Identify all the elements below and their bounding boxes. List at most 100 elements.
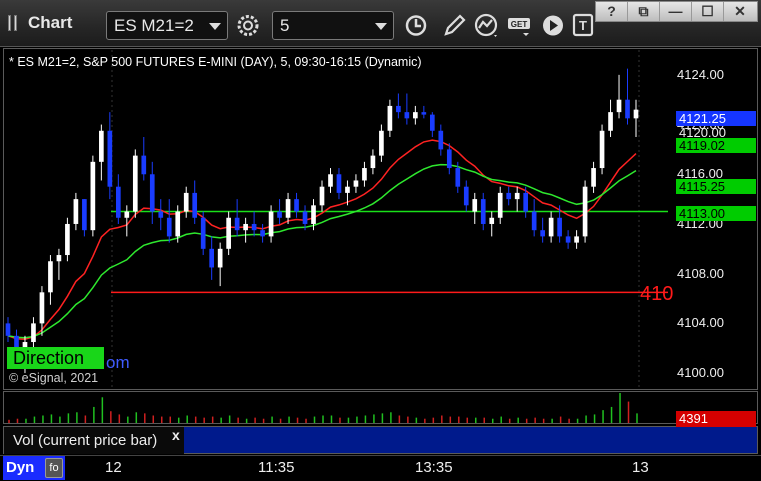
volume-pane[interactable] (3, 391, 758, 424)
symbol-combo[interactable]: ES M21=2 (106, 11, 228, 40)
pencil-icon[interactable] (439, 11, 469, 40)
volume-title: Vol (current price bar) (4, 427, 184, 454)
candle-body (328, 174, 333, 187)
candle-body (472, 199, 478, 212)
candle-body (506, 192, 512, 200)
interval-combo[interactable]: 5 (272, 11, 394, 40)
chart-header: * ES M21=2, S&P 500 FUTURES E-MINI (DAY)… (9, 55, 422, 69)
candle-body (5, 323, 11, 336)
format-icon[interactable]: fo (45, 458, 63, 478)
candle-body (268, 211, 274, 237)
y-tick-label: 4100.00 (677, 365, 724, 381)
candle-body (311, 205, 316, 224)
chevron-down-icon[interactable] (209, 23, 221, 30)
candle-body (480, 199, 486, 224)
candle-body (404, 112, 410, 119)
candle-body (625, 99, 630, 119)
y-tick-label: 4124.00 (677, 66, 724, 82)
candle-body (99, 130, 104, 162)
candle-body (557, 217, 562, 237)
help-button[interactable]: ? (596, 2, 628, 21)
candle-body (65, 223, 70, 256)
x-tick-label: 13 (632, 459, 649, 476)
candle-body (421, 112, 427, 115)
candle-body (234, 217, 240, 231)
candle-body (574, 236, 579, 243)
candle-body (56, 255, 62, 262)
candle-body (336, 174, 342, 193)
candle-body (463, 186, 469, 206)
candle-body (277, 211, 282, 218)
candle-body (115, 186, 121, 218)
candle-body (319, 186, 325, 206)
candle-body (141, 155, 147, 175)
candle-body (548, 217, 554, 237)
candle-body (429, 114, 435, 131)
x-tick-label: 12 (105, 459, 122, 476)
candle-body (370, 155, 376, 169)
get-icon[interactable]: GET (505, 11, 535, 40)
direction-button[interactable]: Direction (7, 347, 104, 369)
price-tag: 4119.02 (676, 138, 756, 153)
copyright-text: © eSignal, 2021 (9, 371, 99, 385)
chevron-down-icon[interactable] (375, 23, 387, 30)
window-controls: ? ⧉ — ☐ ✕ (595, 1, 758, 22)
candle-body (616, 99, 622, 113)
candle-body (455, 168, 461, 187)
candle-body (226, 217, 231, 249)
candle-body (591, 168, 596, 187)
candle-body (209, 248, 215, 268)
candle-body (82, 199, 87, 231)
candle-body (302, 211, 308, 224)
esignal-link[interactable]: om (106, 353, 130, 373)
candle-body (446, 149, 452, 169)
price-tag: 4113.00 (676, 206, 756, 221)
studies-icon[interactable] (472, 11, 502, 40)
clock-icon[interactable] (401, 11, 431, 40)
candle-body (217, 248, 223, 268)
red-moving-average-line (7, 139, 637, 340)
red-line-label: 410 (640, 283, 674, 305)
candle-body (489, 217, 495, 224)
y-tick-label: 4104.00 (677, 315, 724, 331)
candle-body (90, 161, 96, 231)
price-tag: 4121.25 (676, 111, 756, 126)
x-tick-label: 11:35 (258, 459, 295, 476)
svg-text:T: T (579, 18, 587, 33)
app-title: Chart (28, 13, 73, 32)
candle-body (124, 211, 130, 218)
settings-icon[interactable] (233, 11, 263, 40)
candle-body (73, 199, 79, 224)
x-tick-label: 13:35 (415, 459, 453, 476)
volume-chart (8, 393, 638, 423)
maximize-button[interactable]: ☐ (692, 2, 724, 21)
candle-body (166, 217, 172, 237)
price-tag: 4115.25 (676, 179, 756, 194)
close-button[interactable]: ✕ (724, 2, 756, 21)
candle-body (379, 130, 384, 156)
candle-body (565, 236, 571, 243)
candle-body (107, 130, 113, 187)
candle-body (353, 180, 359, 187)
drag-grip-icon[interactable] (8, 15, 18, 31)
candle-body (294, 199, 299, 212)
play-icon[interactable] (538, 11, 568, 40)
candle-body (192, 192, 198, 218)
candle-body (149, 174, 155, 212)
minimize-button[interactable]: — (660, 2, 692, 21)
candle-body (48, 261, 53, 293)
candle-body (514, 192, 520, 200)
candle-body (345, 186, 350, 193)
price-chart[interactable] (4, 50, 668, 388)
candle-body (243, 223, 248, 231)
candle-body (523, 192, 529, 212)
candle-body (39, 292, 45, 324)
candle-body (497, 192, 503, 218)
symbol-value: ES M21=2 (114, 16, 194, 35)
svg-text:GET: GET (511, 20, 528, 29)
candle-body (251, 223, 257, 231)
restore-button[interactable]: ⧉ (628, 2, 660, 21)
candle-body (260, 230, 265, 237)
candle-body (183, 192, 189, 212)
close-icon[interactable]: x (172, 427, 180, 443)
